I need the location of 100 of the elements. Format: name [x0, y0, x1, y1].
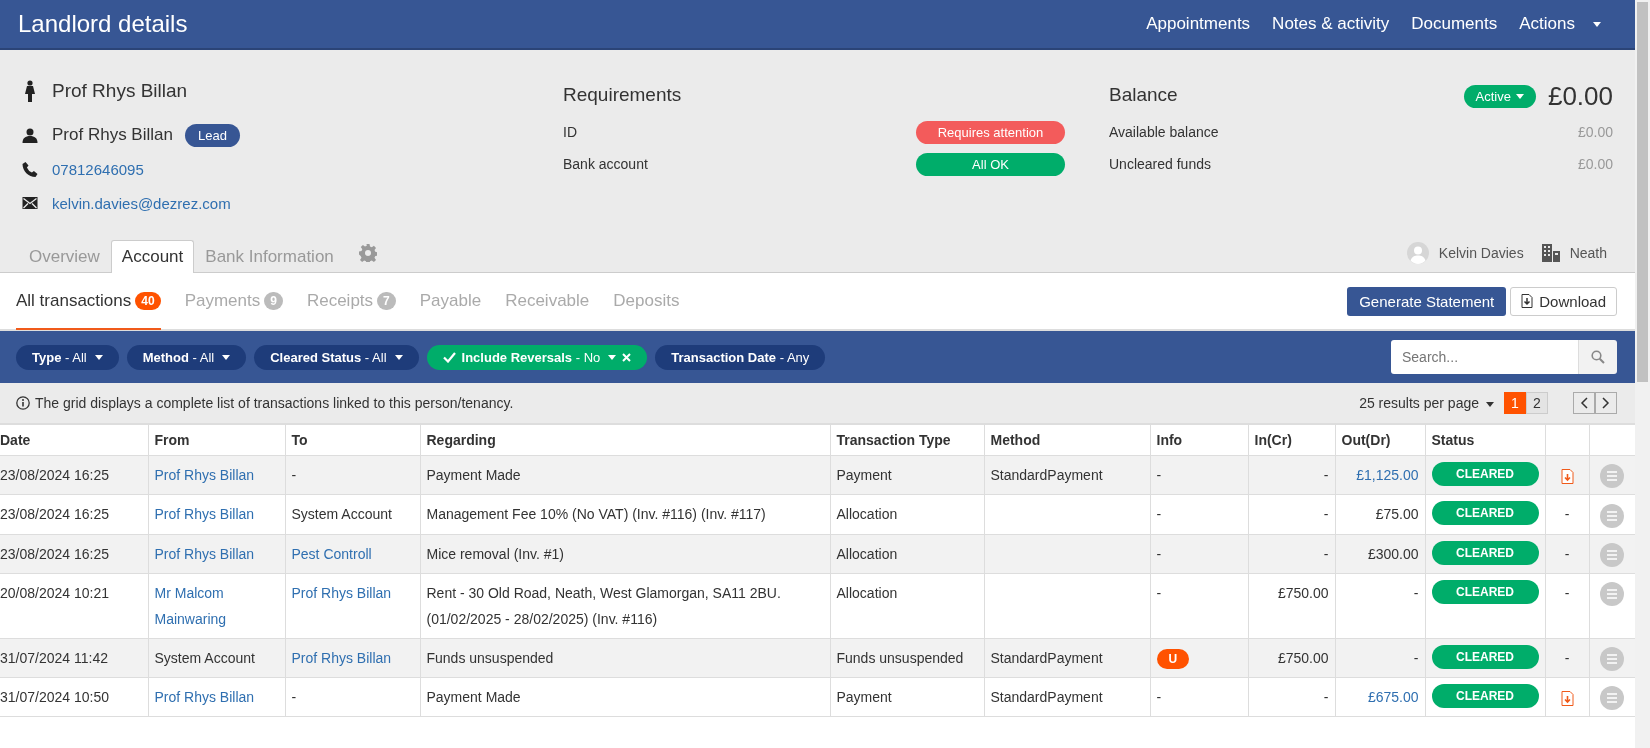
scrollbar-thumb[interactable]	[1637, 2, 1648, 382]
date-cell: 31/07/2024 11:42	[0, 649, 108, 666]
previous-page-button[interactable]	[1573, 392, 1595, 414]
page-button[interactable]: 1	[1504, 392, 1526, 414]
regarding-cell: Management Fee 10% (No VAT) (Inv. #116) (Inv. #117)	[426, 506, 766, 523]
email-link[interactable]: kelvin.davies@dezrez.com	[52, 194, 231, 212]
building-icon	[1541, 244, 1560, 262]
status-dropdown[interactable]: Active	[1463, 84, 1536, 108]
credit-cell: £750.00	[1277, 584, 1329, 601]
info-cell: -	[1156, 584, 1162, 601]
debit-cell: -	[1413, 584, 1419, 601]
attachment-cell: -	[1564, 649, 1570, 666]
row-menu-icon[interactable]	[1600, 647, 1624, 672]
attachment-cell: -	[1564, 584, 1570, 601]
menu-link[interactable]: Documents	[1411, 14, 1498, 34]
date-cell: 23/08/2024 16:25	[0, 545, 109, 562]
row-menu-icon[interactable]	[1600, 686, 1624, 711]
column-header: Transaction Type	[836, 432, 951, 448]
regarding-cell: Funds unsuspended	[426, 649, 554, 666]
menu-link[interactable]: Appointments	[1146, 14, 1251, 34]
balance-value: £0.00	[1577, 156, 1613, 172]
download-icon	[1521, 294, 1534, 308]
method-cell: StandardPayment	[990, 689, 1103, 706]
row-menu-icon[interactable]	[1600, 542, 1624, 567]
pdf-download-icon[interactable]	[1560, 468, 1574, 484]
lead-badge: Lead	[184, 123, 240, 147]
filter-chip[interactable]: Include Reversals - No	[426, 344, 648, 370]
from-cell: System Account	[154, 649, 255, 666]
filter-chip[interactable]: Cleared Status - All	[254, 344, 419, 370]
page-button[interactable]: 2	[1526, 392, 1548, 414]
check-icon	[442, 351, 456, 363]
status-badge: CLEARED	[1431, 501, 1539, 526]
download-button[interactable]: Download	[1510, 286, 1617, 316]
attachment-cell: -	[1564, 545, 1570, 562]
menu-link[interactable]: Actions	[1519, 14, 1601, 34]
row-menu-icon[interactable]	[1600, 464, 1624, 489]
info-cell: -	[1156, 467, 1162, 483]
info-badge: U	[1156, 648, 1190, 669]
type-cell: Payment	[836, 689, 892, 706]
menu-link[interactable]: Notes & activity	[1272, 14, 1390, 34]
settings-icon[interactable]	[358, 244, 377, 262]
type-cell: Allocation	[836, 545, 898, 562]
to-cell: -	[291, 689, 297, 706]
column-header: Out(Dr)	[1341, 432, 1391, 448]
regarding-cell: Mice removal (Inv. #1)	[426, 545, 564, 562]
date-cell: 20/08/2024 10:21	[0, 584, 109, 601]
type-cell: Funds unsuspended	[836, 649, 964, 666]
tab[interactable]: Account	[110, 240, 195, 273]
section-title: Balance	[1109, 84, 1178, 106]
person-icon	[22, 80, 38, 102]
page-title: Landlord details	[18, 10, 188, 38]
column-header: To	[291, 432, 308, 448]
requirement-label: ID	[563, 124, 577, 140]
attachment-cell: -	[1564, 506, 1570, 523]
page-size-dropdown[interactable]: 25 results per page	[1359, 395, 1494, 411]
date-cell: 23/08/2024 16:25	[0, 467, 109, 483]
filter-chip[interactable]: Transaction Date - Any	[655, 344, 826, 370]
requirement-status: All OK	[916, 152, 1065, 176]
regarding-cell: Rent - 30 Old Road, Neath, West Glamorgan, SA11 2BU. (01/02/2025 - 28/02/2025) (Inv. #116)	[426, 584, 781, 627]
chevron-right-icon	[1602, 397, 1610, 409]
search-button[interactable]	[1578, 340, 1617, 374]
contact-name: Prof Rhys Billan	[52, 125, 173, 145]
filter-chip[interactable]: Method - All	[126, 344, 247, 370]
pdf-download-icon[interactable]	[1560, 691, 1574, 706]
close-icon[interactable]	[622, 352, 632, 362]
filter-chip[interactable]: Type - All	[16, 344, 119, 370]
column-header: Status	[1431, 432, 1475, 448]
balance-label: Available balance	[1109, 124, 1219, 140]
user-icon	[22, 127, 38, 143]
date-cell: 23/08/2024 16:25	[0, 506, 109, 523]
status-badge: CLEARED	[1431, 540, 1539, 565]
to-cell: -	[291, 467, 297, 483]
status-badge: CLEARED	[1431, 462, 1539, 486]
avatar-icon	[1406, 242, 1429, 264]
column-header: Info	[1156, 432, 1183, 448]
negotiator-name: Kelvin Davies	[1438, 245, 1524, 261]
grid-note: The grid displays a complete list of transactions linked to this person/tenancy.	[35, 395, 514, 411]
type-cell: Payment	[836, 467, 892, 483]
search-field[interactable]: Search...	[1391, 340, 1578, 374]
row-menu-icon[interactable]	[1600, 503, 1624, 528]
status-badge: CLEARED	[1431, 579, 1539, 604]
status-badge: CLEARED	[1431, 684, 1539, 709]
debit-cell: £300.00	[1367, 545, 1419, 562]
search-icon	[1591, 350, 1605, 364]
scrollbar[interactable]	[1635, 0, 1650, 748]
credit-cell: -	[1323, 689, 1329, 706]
credit-cell: -	[1323, 506, 1329, 523]
next-page-button[interactable]	[1595, 392, 1617, 414]
phone-link[interactable]: 07812646095	[52, 160, 144, 178]
credit-cell: £750.00	[1277, 649, 1329, 666]
credit-cell: -	[1323, 545, 1329, 562]
row-menu-icon[interactable]	[1600, 582, 1624, 607]
phone-icon	[22, 161, 38, 177]
regarding-cell: Payment Made	[426, 689, 521, 706]
credit-cell: -	[1323, 467, 1329, 483]
column-header: Regarding	[426, 432, 496, 448]
method-cell: StandardPayment	[990, 649, 1103, 666]
balance-label: Uncleared funds	[1109, 156, 1211, 172]
branch-name: Neath	[1569, 245, 1607, 261]
generate-statement-button[interactable]: Generate Statement	[1347, 286, 1507, 316]
